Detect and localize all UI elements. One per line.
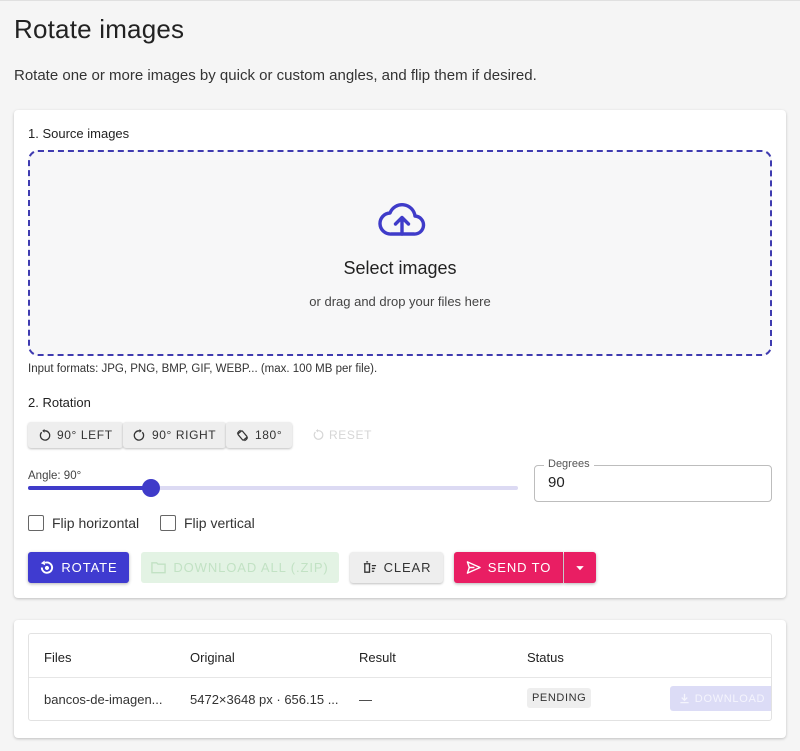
rotate-right-button[interactable]: 90° RIGHT	[123, 422, 227, 448]
rotate-left-button[interactable]: 90° LEFT	[28, 422, 123, 448]
flip-vertical-box[interactable]	[160, 515, 176, 531]
send-icon	[466, 561, 481, 574]
rotation-section-label: 2. Rotation	[28, 395, 91, 410]
angle-label: Angle: 90°	[28, 470, 82, 482]
files-table: Files Original Result Status bancos-de-i…	[28, 633, 772, 721]
dropzone-hint: or drag and drop your files here	[309, 294, 491, 309]
caret-down-icon	[576, 565, 584, 570]
header-original: Original	[190, 650, 235, 665]
cell-original: 5472×3648 px · 656.15 ...	[190, 692, 339, 707]
download-icon	[680, 693, 689, 704]
reset-button[interactable]: RESET	[308, 422, 376, 448]
flip-horizontal-box[interactable]	[28, 515, 44, 531]
rotate-button-label: ROTATE	[61, 560, 118, 575]
top-divider	[0, 0, 800, 1]
header-files: Files	[44, 650, 72, 665]
clear-icon	[363, 561, 376, 573]
flip-vertical-label: Flip vertical	[184, 515, 255, 531]
degrees-field-label: Degrees	[544, 458, 594, 470]
dropzone-title: Select images	[343, 258, 457, 278]
cell-result: —	[359, 692, 372, 707]
reset-label: RESET	[329, 428, 373, 442]
rotate-button[interactable]: ROTATE	[28, 552, 129, 583]
flip-vertical-checkbox[interactable]: Flip vertical	[160, 515, 255, 531]
table-divider	[29, 677, 771, 678]
flip-horizontal-checkbox[interactable]: Flip horizontal	[28, 515, 139, 531]
row-download-button[interactable]: DOWNLOAD	[670, 686, 771, 711]
rotate-left-label: 90° LEFT	[57, 428, 113, 442]
input-formats-note: Input formats: JPG, PNG, BMP, GIF, WEBP.…	[28, 363, 378, 375]
cell-file-name: bancos-de-imagen...	[44, 692, 163, 707]
degrees-input[interactable]	[548, 474, 748, 491]
row-download-label: DOWNLOAD	[694, 692, 766, 705]
reset-icon	[313, 429, 324, 440]
header-status: Status	[527, 650, 564, 665]
degrees-field[interactable]: Degrees	[534, 458, 772, 502]
angle-slider[interactable]	[28, 479, 518, 497]
rotate-left-icon	[39, 428, 51, 441]
clear-button-label: CLEAR	[383, 560, 432, 575]
angle-slider-fill	[28, 486, 151, 490]
clear-button[interactable]: CLEAR	[350, 552, 443, 583]
folder-download-icon	[151, 562, 167, 574]
settings-card: 1. Source images Select images or drag a…	[14, 110, 786, 598]
source-section-label: 1. Source images	[28, 126, 130, 141]
page-subtitle: Rotate one or more images by quick or cu…	[14, 67, 537, 84]
send-to-menu-button[interactable]	[564, 552, 596, 583]
download-all-button[interactable]: DOWNLOAD ALL (.ZIP)	[141, 552, 339, 583]
rotate-icon	[41, 560, 54, 574]
cloud-upload-icon	[378, 203, 426, 236]
flip-horizontal-label: Flip horizontal	[52, 515, 140, 531]
header-result: Result	[359, 650, 396, 665]
send-to-label: SEND TO	[487, 560, 552, 575]
status-badge: PENDING	[527, 688, 592, 708]
rotate-180-icon	[236, 429, 249, 441]
rotate-180-label: 180°	[255, 428, 283, 442]
angle-slider-thumb[interactable]	[141, 479, 160, 497]
image-dropzone[interactable]: Select images or drag and drop your file…	[28, 150, 772, 356]
rotate-right-label: 90° RIGHT	[152, 428, 217, 442]
send-to-button[interactable]: SEND TO	[454, 552, 563, 583]
download-all-label: DOWNLOAD ALL (.ZIP)	[173, 560, 329, 575]
page-title: Rotate images	[14, 14, 185, 44]
rotate-right-icon	[133, 428, 145, 441]
files-card: Files Original Result Status bancos-de-i…	[14, 620, 786, 738]
rotate-180-button[interactable]: 180°	[226, 422, 293, 448]
